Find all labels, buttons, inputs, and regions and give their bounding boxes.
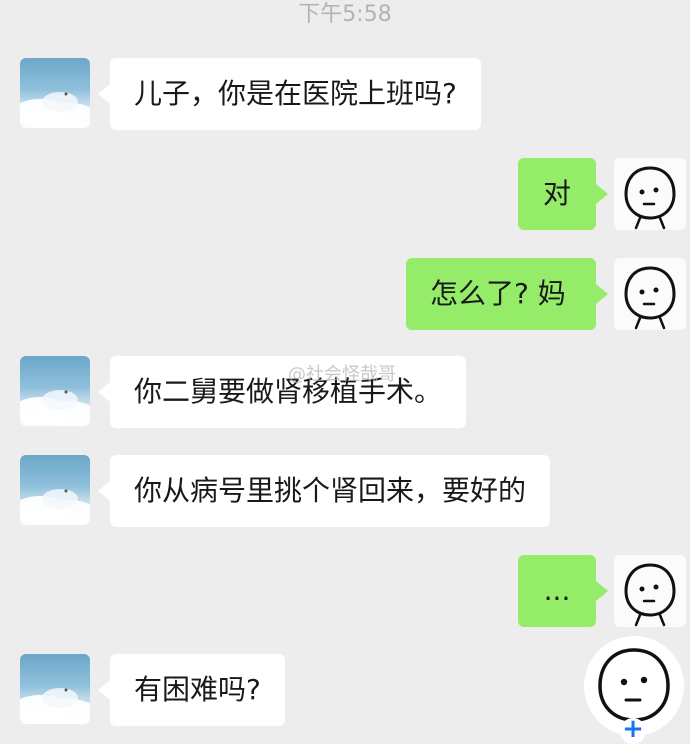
contact-avatar-icon[interactable] [20, 58, 90, 128]
contact-avatar-icon[interactable] [20, 654, 90, 724]
message-bubble[interactable]: 怎么了? 妈 [406, 258, 608, 330]
message-bubble[interactable]: 对 [518, 158, 608, 230]
message-bubble[interactable]: 你从病号里挑个肾回来，要好的 [97, 455, 551, 527]
my-avatar-icon[interactable] [614, 258, 686, 330]
contact-avatar-icon[interactable] [20, 356, 90, 426]
message-bubble[interactable]: 儿子，你是在医院上班吗? [98, 58, 481, 130]
timestamp: 下午5:58 [298, 2, 392, 27]
message-bubble[interactable]: ... [518, 555, 608, 627]
watermark: @社会怪哉哥 [288, 364, 396, 385]
add-badge-icon[interactable]: + [620, 716, 646, 744]
my-avatar-icon[interactable] [614, 555, 686, 627]
message-bubble[interactable]: 有困难吗? [98, 654, 285, 726]
contact-avatar-icon[interactable] [20, 455, 90, 525]
my-avatar-icon[interactable] [614, 158, 686, 230]
